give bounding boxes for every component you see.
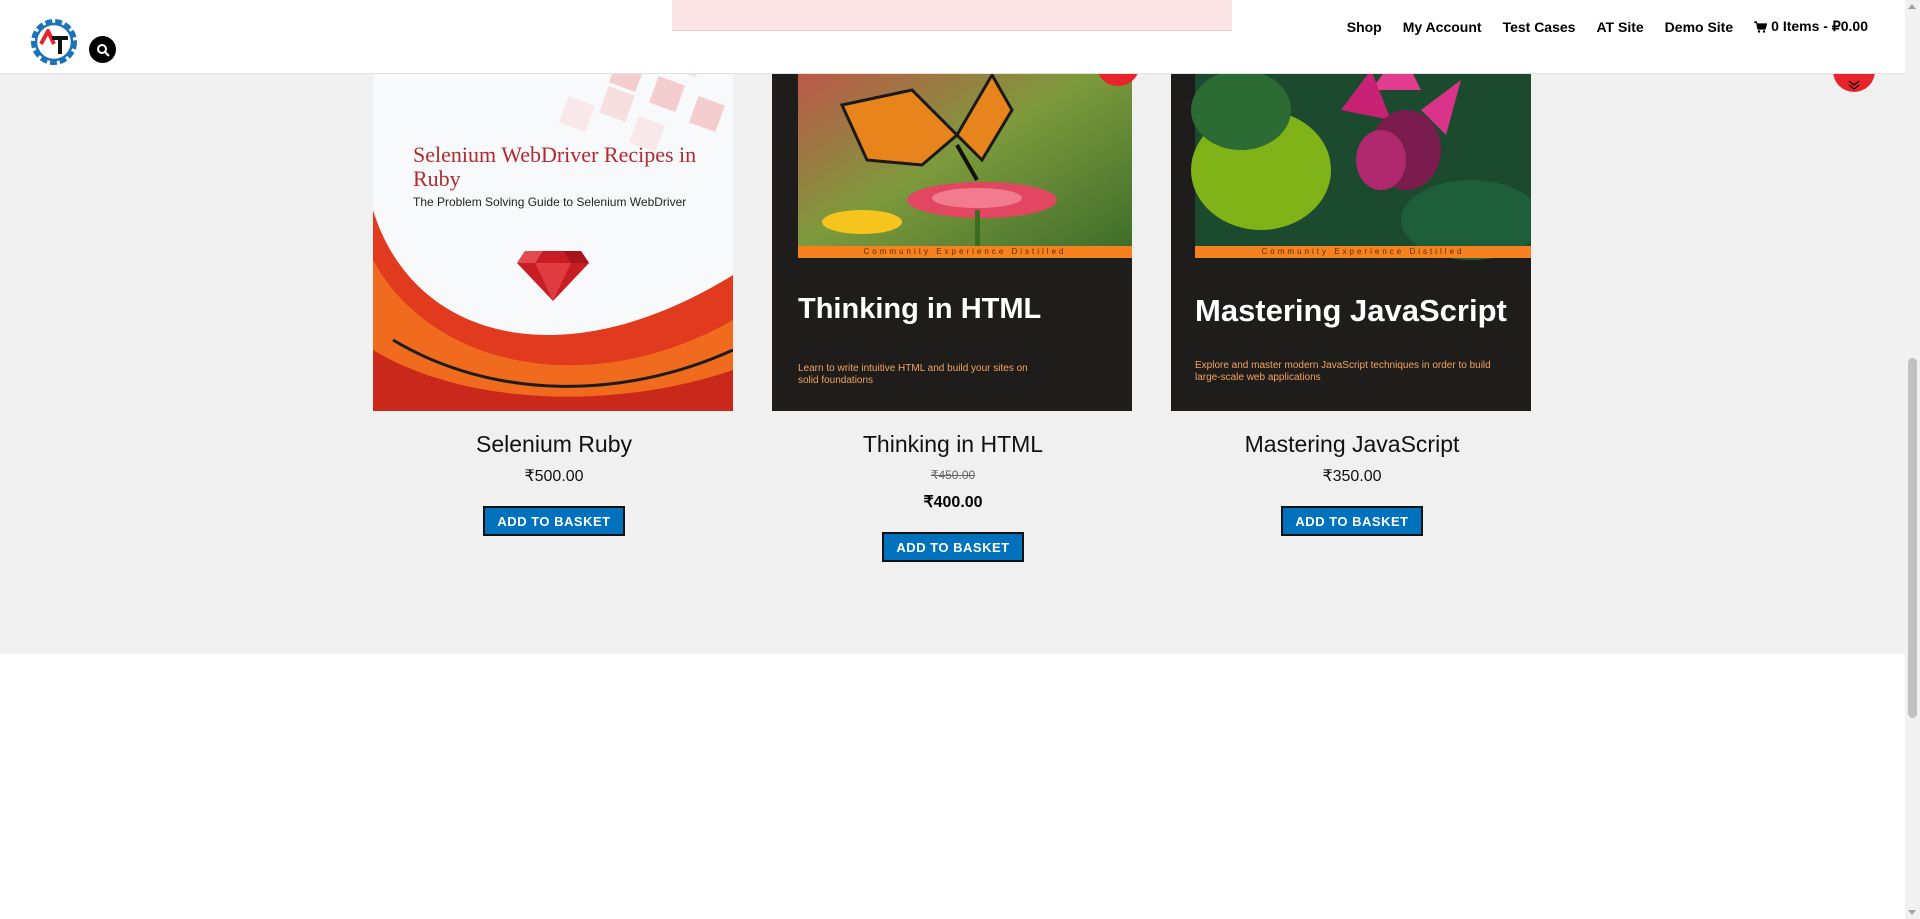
cover-subtitle: Learn to write intuitive HTML and build … bbox=[798, 363, 1028, 386]
selenium-ruby-cover bbox=[373, 50, 733, 411]
vertical-scrollbar[interactable] bbox=[1905, 0, 1920, 919]
mastering-javascript-cover bbox=[1171, 50, 1531, 411]
cover-title: Selenium WebDriver Recipes in Ruby bbox=[413, 142, 697, 191]
cover-band: Community Experience Distilled bbox=[1261, 247, 1465, 256]
product-title[interactable]: Thinking in HTML bbox=[772, 431, 1134, 458]
product-price: ₹500.00 bbox=[524, 468, 584, 485]
product-section: Selenium WebDriver Recipes in Ruby The P… bbox=[0, 0, 1905, 654]
nav-demo-site[interactable]: Demo Site bbox=[1665, 19, 1733, 35]
cover-title: Thinking in HTML bbox=[798, 293, 1042, 325]
cart-link[interactable]: 0 Items - ₽0.00 bbox=[1754, 18, 1868, 35]
nav-test-cases[interactable]: Test Cases bbox=[1503, 19, 1576, 35]
cart-label: 0 Items - ₽0.00 bbox=[1771, 18, 1868, 34]
product-card: Selenium WebDriver Recipes in Ruby The P… bbox=[373, 50, 735, 536]
product-image[interactable]: Community Experience Distilled Thinking … bbox=[772, 50, 1132, 411]
scroll-up-arrow-icon[interactable] bbox=[1908, 4, 1916, 9]
cover-subtitle: Explore and master modern JavaScript tec… bbox=[1195, 360, 1491, 383]
cart-icon bbox=[1754, 20, 1768, 33]
add-to-basket-button[interactable]: ADD TO BASKET bbox=[483, 506, 625, 536]
thinking-in-html-cover bbox=[772, 50, 1132, 411]
main-nav: Shop My Account Test Cases AT Site Demo … bbox=[1326, 18, 1868, 35]
product-image[interactable]: Selenium WebDriver Recipes in Ruby The P… bbox=[373, 50, 733, 411]
product-card: Community Experience Distilled Mastering… bbox=[1171, 50, 1533, 536]
cover-title: Mastering JavaScript bbox=[1195, 293, 1507, 328]
nav-shop[interactable]: Shop bbox=[1347, 19, 1382, 35]
product-card: Community Experience Distilled Thinking … bbox=[772, 50, 1134, 562]
cover-band: Community Experience Distilled bbox=[863, 247, 1067, 256]
product-price: ₹350.00 bbox=[1322, 468, 1382, 485]
nav-at-site[interactable]: AT Site bbox=[1596, 19, 1643, 35]
product-title[interactable]: Selenium Ruby bbox=[373, 431, 735, 458]
scroll-down-arrow-icon[interactable] bbox=[1908, 910, 1916, 915]
add-to-basket-button[interactable]: ADD TO BASKET bbox=[882, 532, 1024, 562]
cover-subtitle: The Problem Solving Guide to Selenium We… bbox=[413, 195, 687, 209]
site-logo[interactable] bbox=[28, 16, 80, 68]
product-title[interactable]: Mastering JavaScript bbox=[1171, 431, 1533, 458]
search-button[interactable] bbox=[89, 36, 116, 63]
search-icon bbox=[96, 43, 110, 57]
double-chevron-down-icon bbox=[1848, 80, 1860, 90]
product-image[interactable]: Community Experience Distilled Mastering… bbox=[1171, 50, 1531, 411]
add-to-basket-button[interactable]: ADD TO BASKET bbox=[1281, 506, 1423, 536]
notice-bar bbox=[672, 0, 1232, 31]
scrollbar-thumb[interactable] bbox=[1908, 358, 1917, 718]
regular-price: ₹450.00 bbox=[930, 468, 976, 482]
nav-my-account[interactable]: My Account bbox=[1403, 19, 1482, 35]
sale-price: ₹400.00 bbox=[923, 494, 983, 511]
